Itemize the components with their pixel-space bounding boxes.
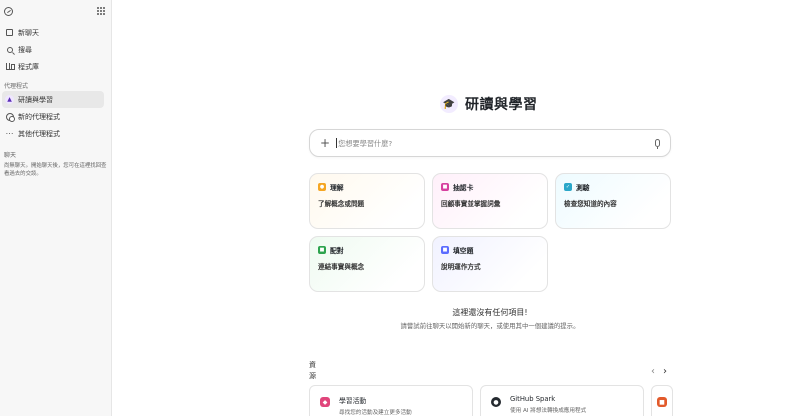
add-icon[interactable]: +	[320, 137, 330, 149]
flashcard-icon: ■	[441, 183, 449, 191]
chats-empty-note: 尚無聊天。開始聊天後，您可在這裡找回查看過去的交談。	[4, 163, 107, 177]
resource-card-github-spark[interactable]: ● GitHub Spark 使用 AI 將想法轉換成應用程式	[480, 385, 644, 416]
new-chat-icon	[5, 28, 14, 37]
sidebar-item-label: 新的代理程式	[18, 112, 60, 121]
apps-grid-icon[interactable]	[97, 7, 105, 15]
library-icon	[5, 62, 15, 71]
page-title: 研讀與學習	[465, 97, 538, 113]
card-desc: 說明運作方式	[441, 263, 481, 271]
search-icon	[5, 45, 14, 54]
card-title: 填空題	[453, 247, 474, 255]
chevron-right-icon[interactable]: ›	[663, 367, 667, 377]
resource-title: 學習活動	[339, 397, 367, 405]
card-head: ■ 配對	[318, 245, 416, 255]
agents-heading: 代理程式	[4, 82, 29, 90]
sidebar-item-other-agents[interactable]: ⋯ 其他代理程式	[2, 125, 104, 142]
card-title: 配對	[330, 247, 344, 255]
activity-icon: ◆	[320, 397, 330, 407]
match-icon: ■	[318, 246, 326, 254]
sidebar-item-label: 搜尋	[18, 45, 32, 54]
card-title: 測驗	[576, 184, 590, 192]
text-caret	[336, 138, 338, 148]
suggestion-card-match[interactable]: ■ 配對 連結事實與概念	[309, 236, 425, 292]
suggestion-card-quiz[interactable]: ✓ 測驗 檢查您知道的內容	[555, 173, 671, 229]
github-icon: ●	[491, 397, 501, 407]
resource-title: GitHub Spark	[510, 395, 556, 403]
prompt-input[interactable]	[338, 138, 649, 148]
card-head: ■ 填空題	[441, 245, 539, 255]
card-title: 抽認卡	[453, 184, 474, 192]
empty-state-subtitle: 請嘗試前往聊天以開始新的聊天，或使用其中一個建議的提示。	[400, 322, 580, 330]
sidebar-item-label: 研讀與學習	[18, 95, 53, 104]
sidebar-item-new-chat[interactable]: 新聊天	[2, 24, 104, 41]
graduation-cap-icon: 🎓	[440, 95, 458, 113]
card-desc: 檢查您知道的內容	[564, 200, 617, 208]
lightbulb-icon: ●	[318, 183, 326, 191]
fill-blank-icon: ■	[441, 246, 449, 254]
composer: +	[309, 129, 671, 157]
graduation-cap-icon: ▲	[5, 95, 14, 104]
resource-card-learning-activities[interactable]: ◆ 學習活動 尋找您的活動及建立更多活動	[309, 385, 473, 416]
sidebar-item-label: 其他代理程式	[18, 129, 60, 138]
agent-hero: 🎓 研讀與學習	[440, 94, 538, 114]
resource-desc: 使用 AI 將想法轉換成應用程式	[510, 408, 587, 414]
sidebar: 新聊天 搜尋 程式庫 代理程式 ▲ 研讀與學習 新的代理程式 ⋯ 其他代理程式 …	[0, 0, 112, 416]
sidebar-header	[0, 0, 111, 22]
resource-text: 學習活動 尋找您的活動及建立更多活動	[339, 395, 412, 416]
card-head: ■ 抽認卡	[441, 182, 539, 192]
resources-heading: 資源	[309, 361, 316, 380]
card-desc: 了解概念或問題	[318, 200, 365, 208]
microphone-icon[interactable]	[655, 139, 660, 149]
new-agent-icon	[5, 112, 15, 122]
suggestion-card-flashcards[interactable]: ■ 抽認卡 回顧事實並掌握詞彙	[432, 173, 548, 229]
card-head: ✓ 測驗	[564, 182, 662, 192]
resource-card-partial[interactable]: ■	[651, 385, 673, 416]
main-area: 🎓 研讀與學習 + ● 理解 了解概念或問題 ■ 抽認卡 回顧事實並掌握詞彙 ✓…	[113, 0, 800, 416]
card-head: ● 理解	[318, 182, 416, 192]
resource-text: GitHub Spark 使用 AI 將想法轉換成應用程式	[510, 395, 586, 414]
sidebar-item-library[interactable]: 程式庫	[2, 58, 104, 75]
sidebar-item-label: 程式庫	[18, 62, 39, 71]
suggestion-card-fill-blank[interactable]: ■ 填空題 說明運作方式	[432, 236, 548, 292]
empty-state-title: 這裡還沒有任何項目!	[452, 308, 528, 317]
resources-pager: ‹ ›	[643, 367, 667, 377]
sidebar-item-label: 新聊天	[18, 28, 39, 37]
chats-heading: 聊天	[4, 151, 17, 159]
sidebar-item-study-learn[interactable]: ▲ 研讀與學習	[2, 91, 104, 108]
resource-desc: 尋找您的活動及建立更多活動	[339, 410, 412, 416]
card-title: 理解	[330, 184, 344, 192]
card-desc: 連結事實與概念	[318, 263, 365, 271]
more-icon: ⋯	[5, 128, 14, 138]
quiz-icon: ✓	[564, 183, 572, 191]
suggestion-card-understand[interactable]: ● 理解 了解概念或問題	[309, 173, 425, 229]
app-logo-icon[interactable]	[4, 6, 13, 16]
sidebar-item-new-agent[interactable]: 新的代理程式	[2, 108, 104, 125]
chevron-left-icon[interactable]: ‹	[651, 367, 655, 377]
sidebar-item-search[interactable]: 搜尋	[2, 41, 104, 58]
resource-app-icon: ■	[657, 397, 667, 407]
card-desc: 回顧事實並掌握詞彙	[441, 200, 501, 208]
